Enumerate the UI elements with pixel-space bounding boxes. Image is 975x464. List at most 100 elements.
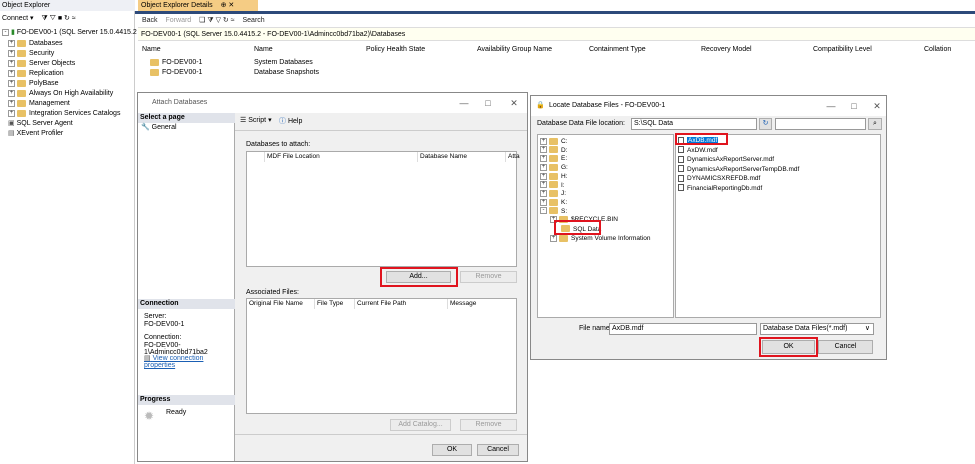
- tab-object-explorer-details[interactable]: Object Explorer Details ⊕ ✕: [138, 0, 258, 11]
- location-input[interactable]: S:\SQL Data: [631, 118, 757, 130]
- list-item[interactable]: FO-DEV00-1 System Databases: [150, 58, 313, 68]
- collapse-icon[interactable]: -: [540, 207, 547, 215]
- column-header[interactable]: Availability Group Name: [477, 46, 552, 53]
- minimize-icon[interactable]: —: [454, 93, 474, 113]
- column-header[interactable]: Compatibility Level: [813, 46, 872, 53]
- file-item[interactable]: DynamicsAxReportServerTempDB.mdf: [678, 165, 799, 174]
- expand-icon[interactable]: +: [8, 99, 15, 107]
- search-icon[interactable]: ⌕: [868, 118, 882, 130]
- tree-drive[interactable]: + D:: [540, 146, 568, 155]
- file-item[interactable]: DynamicsAxReportServer.mdf: [678, 155, 774, 164]
- tree-item[interactable]: + PolyBase: [8, 79, 59, 89]
- expand-icon[interactable]: +: [540, 163, 547, 171]
- file-item[interactable]: AxDW.mdf: [678, 146, 718, 155]
- expand-icon[interactable]: +: [8, 89, 15, 97]
- column-header[interactable]: Name: [142, 46, 161, 53]
- tree-drive[interactable]: + K:: [540, 198, 567, 207]
- tree-folder[interactable]: + System Volume Information: [550, 234, 650, 243]
- filter-icon[interactable]: ⧩ ▽ ■ ↻ ≈: [41, 15, 75, 22]
- maximize-icon[interactable]: □: [844, 96, 864, 116]
- tree-server-node[interactable]: - ▮ FO-DEV00-1 (SQL Server 15.0.4415.2 - …: [2, 28, 147, 38]
- script-icon: ☰: [240, 117, 247, 124]
- expand-icon[interactable]: +: [540, 198, 547, 206]
- help-button[interactable]: ⓘ Help: [279, 116, 302, 126]
- remove-button[interactable]: Remove: [460, 271, 517, 283]
- tree-item[interactable]: ▤ XEvent Profiler: [8, 129, 63, 139]
- back-button[interactable]: Back: [142, 17, 158, 24]
- tree-item[interactable]: ▣ SQL Server Agent: [8, 119, 73, 129]
- column-header[interactable]: Recovery Model: [701, 46, 752, 53]
- close-icon[interactable]: ✕: [504, 93, 524, 113]
- list-item[interactable]: FO-DEV00-1 Database Snapshots: [150, 68, 319, 78]
- refresh-icon[interactable]: ↻: [759, 118, 772, 130]
- col-message[interactable]: Message: [448, 299, 518, 309]
- col-attach-as[interactable]: Atta: [506, 152, 520, 162]
- tree-drive[interactable]: + G:: [540, 163, 568, 172]
- expand-icon[interactable]: +: [540, 181, 547, 189]
- tree-item[interactable]: + Replication: [8, 69, 64, 79]
- expand-icon[interactable]: +: [8, 79, 15, 87]
- remove-catalog-button[interactable]: Remove: [460, 419, 517, 431]
- expand-icon[interactable]: +: [8, 69, 15, 77]
- file-item[interactable]: FinancialReportingDb.mdf: [678, 184, 762, 193]
- tree-drive[interactable]: + H:: [540, 172, 568, 181]
- col-file-type[interactable]: File Type: [315, 299, 355, 309]
- expand-icon[interactable]: +: [8, 49, 15, 57]
- tree-item[interactable]: + Server Objects: [8, 59, 75, 69]
- expand-icon[interactable]: +: [550, 234, 557, 242]
- script-button[interactable]: ☰ Script ▾: [240, 116, 272, 124]
- tree-drive[interactable]: + E:: [540, 154, 567, 163]
- view-connection-properties-link[interactable]: ▤ View connection properties: [144, 354, 234, 369]
- attach-main-panel: ☰ Script ▾ ⓘ Help Databases to attach: M…: [235, 113, 527, 461]
- minimize-icon[interactable]: —: [821, 96, 841, 116]
- attach-cancel-button[interactable]: Cancel: [477, 444, 519, 456]
- search-input[interactable]: [775, 118, 866, 130]
- column-header[interactable]: Policy Health State: [366, 46, 425, 53]
- column-header[interactable]: Containment Type: [589, 46, 646, 53]
- search-button[interactable]: Search: [243, 17, 265, 24]
- row-server: FO-DEV00-1: [162, 59, 203, 66]
- attach-ok-button[interactable]: OK: [432, 444, 472, 456]
- column-header[interactable]: Collation: [924, 46, 951, 53]
- tree-item[interactable]: + Integration Services Catalogs: [8, 109, 120, 119]
- file-list[interactable]: AxDB.mdf AxDW.mdf DynamicsAxReportServer.m…: [675, 134, 881, 318]
- maximize-icon[interactable]: □: [478, 93, 498, 113]
- add-catalog-button[interactable]: Add Catalog...: [390, 419, 451, 431]
- col-database-name[interactable]: Database Name: [418, 152, 506, 162]
- expand-icon[interactable]: +: [8, 59, 15, 67]
- file-type-select[interactable]: Database Data Files(*.mdf) ∨: [760, 323, 874, 335]
- col-original-file[interactable]: Original File Name: [247, 299, 315, 309]
- expand-icon[interactable]: +: [540, 146, 547, 154]
- toolbar-icons[interactable]: ❑ ⧩ ▽ ↻ ≈: [199, 17, 234, 24]
- tree-item-label: Replication: [29, 70, 64, 77]
- column-header[interactable]: Name: [254, 46, 273, 53]
- page-general[interactable]: 🔧 General: [141, 123, 177, 131]
- expand-icon[interactable]: +: [8, 109, 15, 117]
- associated-files-table[interactable]: Original File Name File Type Current Fil…: [246, 298, 517, 414]
- tree-drive[interactable]: + J:: [540, 189, 566, 198]
- tree-drive[interactable]: + C:: [540, 137, 568, 146]
- expand-icon[interactable]: +: [8, 39, 15, 47]
- forward-button[interactable]: Forward: [166, 17, 192, 24]
- close-icon[interactable]: ⊕ ✕: [221, 2, 235, 9]
- close-icon[interactable]: ✕: [867, 96, 887, 116]
- tree-drive[interactable]: + I:: [540, 181, 565, 190]
- tree-item[interactable]: + Databases: [8, 39, 62, 49]
- databases-table[interactable]: MDF File Location Database Name Atta: [246, 151, 520, 267]
- expand-icon[interactable]: +: [540, 172, 547, 180]
- file-name-input[interactable]: AxDB.mdf: [609, 323, 757, 335]
- expand-icon[interactable]: +: [540, 137, 547, 145]
- tree-item[interactable]: + Security: [8, 49, 54, 59]
- dialog-title: Locate Database Files - FO-DEV00-1: [549, 102, 666, 109]
- locate-cancel-button[interactable]: Cancel: [818, 340, 873, 354]
- collapse-icon[interactable]: -: [2, 28, 9, 36]
- connect-button[interactable]: Connect ▾: [2, 15, 34, 22]
- expand-icon[interactable]: +: [540, 155, 547, 163]
- expand-icon[interactable]: +: [540, 189, 547, 197]
- tree-item[interactable]: + Management: [8, 99, 70, 109]
- col-mdf-location[interactable]: MDF File Location: [265, 152, 418, 162]
- tree-item[interactable]: + Always On High Availability: [8, 89, 113, 99]
- properties-icon: ▤: [144, 355, 151, 362]
- col-current-path[interactable]: Current File Path: [355, 299, 448, 309]
- file-item[interactable]: DYNAMICSXREFDB.mdf: [678, 174, 760, 183]
